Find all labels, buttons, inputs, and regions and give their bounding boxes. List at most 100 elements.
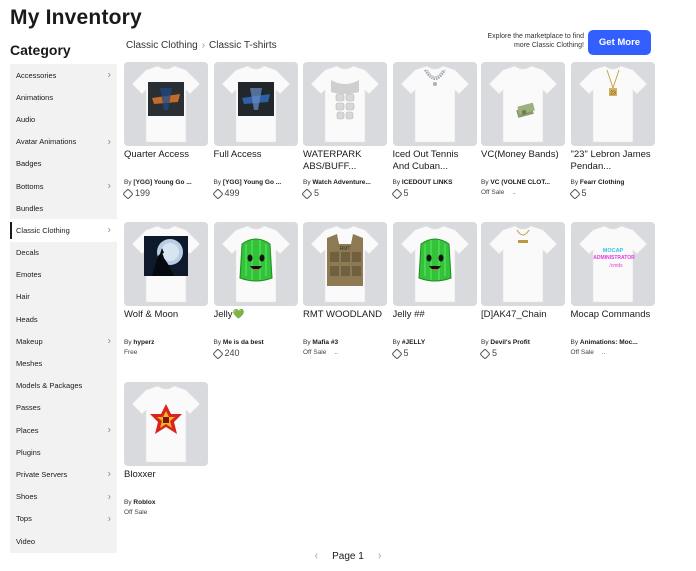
creator-link[interactable]: Devil's Profit [490,339,529,346]
item-name[interactable]: VC(Money Bands) [481,149,565,175]
breadcrumb-parent[interactable]: Classic Clothing [126,40,198,51]
item-thumbnail[interactable] [481,222,565,306]
creator-link[interactable]: Animations: Moc... [580,339,638,346]
item-name[interactable]: Jelly💚 [214,309,298,335]
sidebar-item-avatar-animations[interactable]: Avatar Animations › [10,131,117,153]
price-value: 5 [314,188,320,198]
creator-prefix: By [570,339,579,346]
promo-text: Explore the marketplace to find more Cla… [487,33,585,49]
price-value: 5 [492,348,498,358]
sidebar-item-makeup[interactable]: Makeup › [10,330,117,352]
item-thumbnail[interactable] [481,62,565,146]
creator-prefix: By [213,179,222,186]
sidebar-item-places[interactable]: Places › [10,419,117,441]
item-thumbnail[interactable] [303,62,387,146]
item-name[interactable]: [D]AK47_Chain [481,309,565,335]
creator-link[interactable]: ICEDOUT LINKS [402,179,453,186]
sidebar-item-label: Classic Clothing [16,225,70,235]
chevron-right-icon[interactable]: › [378,550,382,562]
item-price: 199 [122,187,208,200]
creator-link[interactable]: Me is da best [223,339,264,346]
item-card[interactable]: 23 "23" Lebron James Pendan... By Fearr Cl… [568,62,655,200]
item-thumbnail[interactable]: 23 [570,62,655,146]
creator-link[interactable]: Watch Adventure... [312,179,370,186]
item-name[interactable]: Mocap Commands [571,309,655,335]
item-thumbnail[interactable]: RMT [303,222,387,306]
creator-link[interactable]: [YGG] Young Go ... [133,179,191,186]
item-price: 5 [479,347,565,360]
sidebar-item-bundles[interactable]: Bundles [10,197,117,219]
sidebar-item-classic-clothing[interactable]: Classic Clothing › [10,219,117,242]
item-card[interactable]: VC(Money Bands) By VC (VOLNE CLOT... Off S… [481,62,565,197]
sidebar-item-heads[interactable]: Heads [10,308,117,330]
sidebar-item-decals[interactable]: Decals [10,242,117,264]
sidebar-item-label: Meshes [16,359,43,369]
item-card[interactable]: Jelly💚 By Me is da best 240 [211,222,298,360]
sidebar-item-label: Video [16,536,36,546]
sidebar-item-models-packages[interactable]: Models & Packages [10,375,117,397]
creator-link[interactable]: [YGG] Young Go ... [223,179,281,186]
item-card[interactable]: WATERPARK ABS/BUFF... By Watch Adventure.… [301,62,387,200]
item-name[interactable]: Wolf & Moon [124,309,208,335]
sidebar-item-private-servers[interactable]: Private Servers › [10,463,117,485]
sidebar-item-bottoms[interactable]: Bottoms › [10,175,117,197]
item-name[interactable]: RMT WOODLAND [303,309,387,335]
price-value: 5 [403,348,409,358]
item-card[interactable]: Wolf & Moon By hyperz Free [124,222,208,357]
item-card[interactable]: Bloxxer By Roblox Off Sale [124,382,208,517]
item-thumbnail[interactable] [124,222,208,306]
item-thumbnail[interactable] [124,382,208,466]
item-name[interactable]: Bloxxer [124,469,208,495]
get-more-button[interactable]: Get More [588,30,651,55]
creator-link[interactable]: hyperz [133,339,154,346]
item-thumbnail[interactable] [213,62,298,146]
item-card[interactable]: RMT RMT WOODLAND By Mafia #3 Off Sale.. [303,222,387,357]
creator-link[interactable]: Mafia #3 [312,339,338,346]
item-thumbnail[interactable] [124,62,208,146]
item-name[interactable]: "23" Lebron James Pendan... [571,149,655,175]
creator-link[interactable]: Fearr Clothing [580,179,624,186]
sidebar-item-accessories[interactable]: Accessories › [10,64,117,86]
sidebar-item-animations[interactable]: Animations [10,86,117,108]
item-thumbnail[interactable] [213,222,298,306]
sidebar-item-shoes[interactable]: Shoes › [10,486,117,508]
item-name[interactable]: Iced Out Tennis And Cuban... [393,149,477,175]
item-overflow-mark: .. [334,349,338,356]
item-creator: By [YGG] Young Go ... [214,178,298,187]
creator-prefix: By [124,499,132,506]
creator-link[interactable]: Roblox [133,499,155,506]
item-card[interactable]: Full Access By [YGG] Young Go ... 499 [211,62,298,200]
item-card[interactable]: Quarter Access By [YGG] Young Go ... 199 [122,62,208,200]
sidebar-item-tops[interactable]: Tops › [10,508,117,530]
item-card[interactable]: Jelly ## By #JELLY 5 [390,222,477,360]
creator-link[interactable]: #JELLY [402,339,425,346]
item-card[interactable]: [D]AK47_Chain By Devil's Profit 5 [479,222,565,360]
item-thumbnail[interactable]: MOCAP ADMINISTRATOR/cmds [570,222,655,306]
item-creator: By hyperz [124,338,208,347]
item-card[interactable]: MOCAP ADMINISTRATOR/cmds Mocap Commands By … [570,222,655,357]
chevron-left-icon[interactable]: ‹ [314,550,318,562]
pagination: ‹ Page 1 › [0,550,696,562]
sidebar-item-label: Bundles [16,203,44,213]
item-name[interactable]: Full Access [214,149,298,175]
item-name[interactable]: WATERPARK ABS/BUFF... [303,149,387,175]
creator-prefix: By [124,179,132,186]
sidebar-item-plugins[interactable]: Plugins [10,441,117,463]
item-card[interactable]: Iced Out Tennis And Cuban... By ICEDOUT L… [390,62,477,200]
item-thumbnail[interactable] [392,62,477,146]
sidebar-item-label: Models & Packages [16,381,83,391]
sidebar-item-video[interactable]: Video [10,530,117,552]
sidebar-item-emotes[interactable]: Emotes [10,264,117,286]
sidebar-item-passes[interactable]: Passes [10,397,117,419]
sidebar-item-audio[interactable]: Audio [10,108,117,130]
sale-status-text: Free [124,349,138,356]
sidebar-item-hair[interactable]: Hair [10,286,117,308]
sidebar-item-meshes[interactable]: Meshes [10,352,117,374]
sidebar-item-badges[interactable]: Badges [10,153,117,175]
item-name[interactable]: Jelly ## [393,309,477,335]
creator-prefix: By [303,179,311,186]
creator-link[interactable]: VC (VOLNE CLOT... [490,179,550,186]
item-thumbnail[interactable] [392,222,477,306]
item-name[interactable]: Quarter Access [124,149,208,175]
sale-status: Off Sale.. [571,348,655,357]
